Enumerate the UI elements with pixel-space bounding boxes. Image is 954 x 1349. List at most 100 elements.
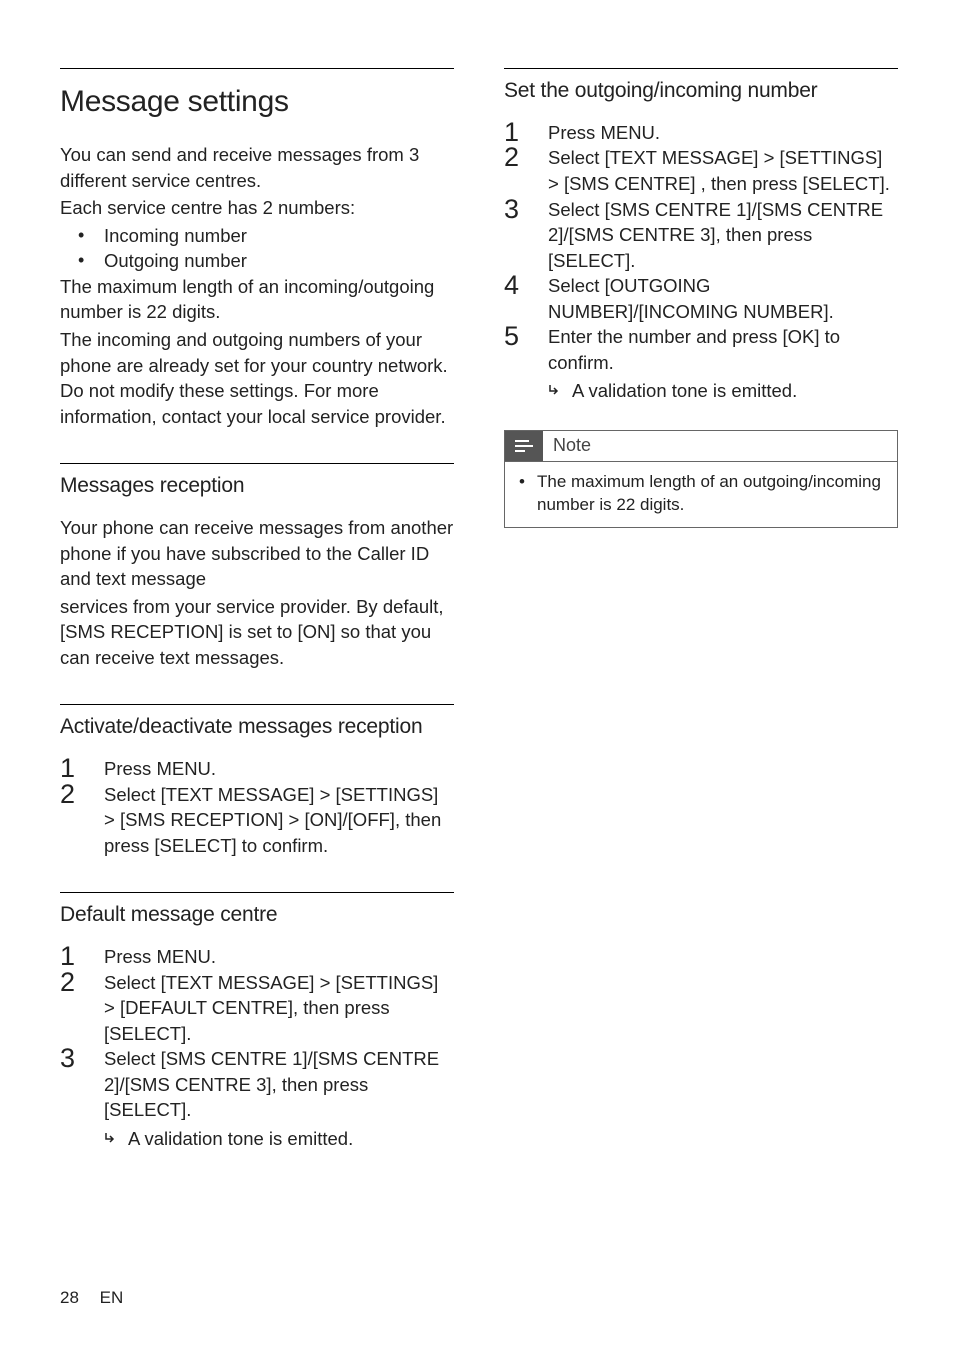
step-item: 2 Select [TEXT MESSAGE] > [SETTINGS] > [… (60, 782, 454, 859)
ui-label: [TEXT MESSAGE] (161, 972, 315, 993)
ui-label: [SELECT] (154, 835, 236, 856)
note-title: Note (543, 433, 591, 458)
intro-text: You can send and receive messages from 3… (60, 142, 454, 193)
step-item: 1 Press MENU. (60, 756, 454, 782)
text: Press (548, 122, 600, 143)
result-line: A validation tone is emitted. (104, 1126, 454, 1152)
text: . (885, 173, 890, 194)
section-heading: Set the outgoing/incoming number (504, 68, 898, 106)
step-item: 2 Select [TEXT MESSAGE] > [SETTINGS] > [… (60, 970, 454, 1047)
text: . (211, 758, 216, 779)
text: > (758, 147, 779, 168)
document-page: Message settings You can send and receiv… (0, 0, 954, 1349)
step-item: 3 Select [SMS CENTRE 1]/[SMS CENTRE 2]/[… (504, 197, 898, 274)
step-item: 5 Enter the number and press [OK] to con… (504, 324, 898, 404)
ui-label: MENU (600, 122, 654, 143)
list-item: Outgoing number (60, 248, 454, 274)
result-arrow-icon (548, 378, 562, 404)
text: > (314, 784, 335, 805)
ui-label: [SMS RECEPTION] (120, 809, 283, 830)
ui-label: [TEXT MESSAGE] (161, 784, 315, 805)
ui-label: [OFF] (348, 809, 395, 830)
step-number: 3 (504, 191, 519, 228)
body-text: Your phone can receive messages from ano… (60, 515, 454, 592)
result-arrow-icon (104, 1126, 118, 1152)
text: Select (104, 784, 161, 805)
text: > (104, 997, 120, 1018)
page-number: 28 (60, 1288, 79, 1307)
list-item: Incoming number (60, 223, 454, 249)
text: Your phone can receive messages from ano… (60, 517, 453, 589)
text: Select (104, 1048, 161, 1069)
step-list: 1 Press MENU. 2 Select [TEXT MESSAGE] > … (60, 944, 454, 1151)
language-code: EN (100, 1288, 124, 1307)
body-text: services from your service provider. By … (60, 594, 454, 671)
step-number: 2 (60, 776, 75, 813)
bullet-list: Incoming number Outgoing number (60, 223, 454, 274)
ui-label: [ON] (305, 809, 343, 830)
text: Select (548, 147, 605, 168)
step-number: 2 (60, 964, 75, 1001)
text: , then press (696, 173, 803, 194)
text: to confirm. (237, 835, 329, 856)
step-list: 1 Press MENU. 2 Select [TEXT MESSAGE] > … (60, 756, 454, 858)
ui-label: [SETTINGS] (336, 972, 439, 993)
ui-label: [OK] (782, 326, 819, 347)
step-number: 2 (504, 139, 519, 176)
ui-label: [SETTINGS] (780, 147, 883, 168)
step-item: 2 Select [TEXT MESSAGE] > [SETTINGS] > [… (504, 145, 898, 196)
text: > (104, 809, 120, 830)
text: , then press (716, 224, 813, 245)
text: > (283, 809, 304, 830)
ui-label: [SETTINGS] (336, 784, 439, 805)
ui-label: [SMS CENTRE 1] (605, 199, 752, 220)
ui-label: [SMS CENTRE 3] (569, 224, 716, 245)
ui-label: [TEXT MESSAGE] (605, 147, 759, 168)
step-item: 1 Press MENU. (60, 944, 454, 970)
text: . (829, 301, 834, 322)
note-item: The maximum length of an outgoing/incomi… (519, 470, 885, 517)
ui-label: [SMS CENTRE 1] (161, 1048, 308, 1069)
text: . (186, 1023, 191, 1044)
text: . (655, 122, 660, 143)
intro-text: The incoming and outgoing numbers of you… (60, 327, 454, 429)
ui-label: [SELECT] (802, 173, 884, 194)
ui-label: [SMS CENTRE 3] (125, 1074, 272, 1095)
text: A validation tone is emitted. (128, 1128, 353, 1149)
note-box: Note The maximum length of an outgoing/i… (504, 430, 898, 528)
ui-label: [INCOMING NUMBER] (638, 301, 828, 322)
step-item: 1 Press MENU. (504, 120, 898, 146)
text: is set to (223, 621, 297, 642)
section-heading: Messages reception (60, 463, 454, 501)
step-number: 5 (504, 318, 519, 355)
text: . (211, 946, 216, 967)
step-item: 3 Select [SMS CENTRE 1]/[SMS CENTRE 2]/[… (60, 1046, 454, 1151)
ui-label: [DEFAULT CENTRE] (120, 997, 293, 1018)
note-header: Note (505, 431, 897, 462)
ui-label: MENU (156, 946, 210, 967)
text: Select (104, 972, 161, 993)
step-item: 4 Select [OUTGOING NUMBER]/[INCOMING NUM… (504, 273, 898, 324)
step-number: 4 (504, 267, 519, 304)
text: services from your service provider. By … (60, 596, 444, 617)
ui-label: [SELECT] (104, 1023, 186, 1044)
text: A validation tone is emitted. (572, 380, 797, 401)
note-icon (505, 431, 543, 461)
text: Select (548, 199, 605, 220)
text: Select (548, 275, 605, 296)
page-title: Message settings (60, 68, 454, 122)
ui-label: [SMS CENTRE] (564, 173, 696, 194)
result-line: A validation tone is emitted. (548, 378, 898, 404)
ui-label: [SMS RECEPTION] (60, 621, 223, 642)
step-number: 3 (60, 1040, 75, 1077)
two-column-layout: Message settings You can send and receiv… (60, 68, 898, 1151)
right-column: Set the outgoing/incoming number 1 Press… (504, 68, 898, 1151)
text: . (630, 250, 635, 271)
step-list: 1 Press MENU. 2 Select [TEXT MESSAGE] > … (504, 120, 898, 404)
note-body: The maximum length of an outgoing/incomi… (505, 462, 897, 527)
text: > (314, 972, 335, 993)
section-heading: Default message centre (60, 892, 454, 930)
ui-label: [ON] (297, 621, 335, 642)
ui-label: [SELECT] (548, 250, 630, 271)
left-column: Message settings You can send and receiv… (60, 68, 454, 1151)
